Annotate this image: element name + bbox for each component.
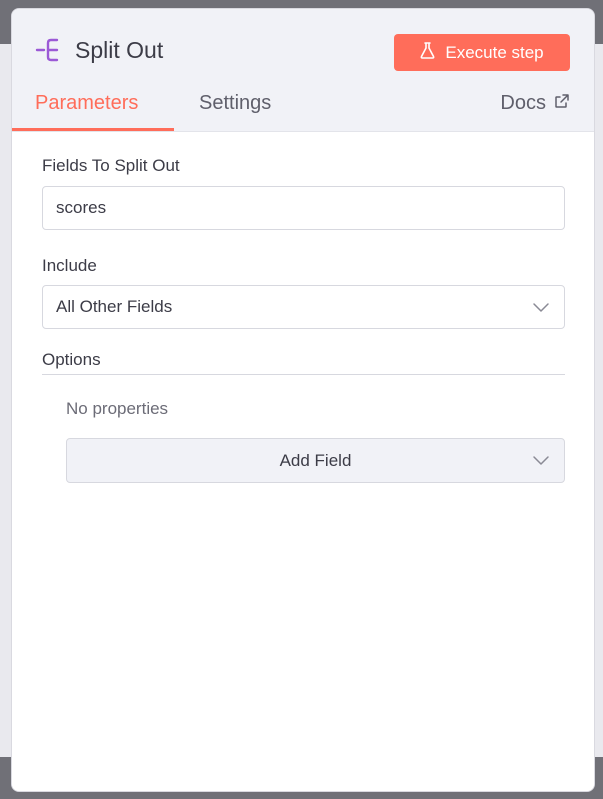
tab-bar: Parameters Settings Docs (12, 92, 594, 131)
options-divider (42, 374, 565, 375)
fields-to-split-out-input[interactable]: scores (42, 186, 565, 230)
split-out-icon (35, 35, 65, 65)
chevron-down-icon (532, 298, 550, 321)
include-value: All Other Fields (56, 297, 173, 316)
flask-icon (420, 41, 435, 64)
include-select[interactable]: All Other Fields (42, 285, 565, 329)
docs-link[interactable]: Docs (500, 92, 570, 131)
node-title: Split Out (75, 36, 164, 63)
no-properties-text: No properties (66, 399, 169, 418)
execute-step-button[interactable]: Execute step (394, 34, 570, 71)
node-settings-dialog: Split Out Execute step Parameters Settin… (11, 8, 595, 792)
external-link-icon (554, 92, 570, 131)
title-row: Split Out (35, 35, 163, 65)
fields-to-split-out-value: scores (56, 198, 107, 217)
fields-to-split-out-label: Fields To Split Out (42, 156, 180, 175)
chevron-down-icon (532, 451, 550, 474)
add-field-button[interactable]: Add Field (66, 438, 565, 483)
tab-settings[interactable]: Settings (199, 92, 271, 131)
dialog-header: Split Out Execute step Parameters Settin… (12, 9, 594, 132)
add-field-label: Add Field (279, 450, 352, 470)
include-label: Include (42, 256, 97, 275)
options-label: Options (42, 350, 101, 369)
parameters-panel: Fields To Split Out scores Include All O… (12, 132, 594, 791)
docs-label: Docs (500, 92, 546, 114)
execute-step-label: Execute step (445, 42, 544, 62)
tab-parameters[interactable]: Parameters (12, 92, 174, 131)
